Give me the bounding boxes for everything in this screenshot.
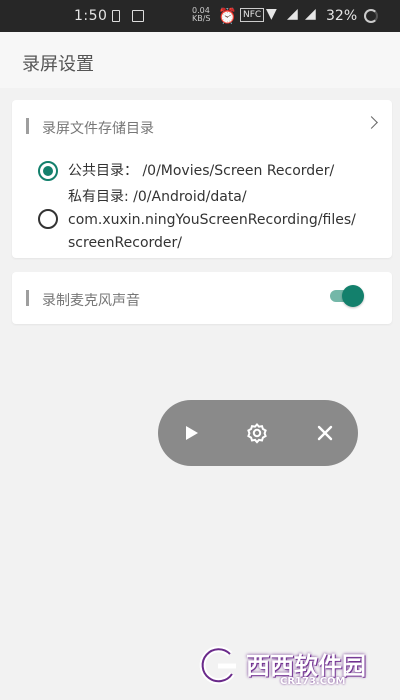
public-path-text: 公共目录： /0/Movies/Screen Recorder/ — [68, 163, 335, 179]
radio-public-checked[interactable] — [38, 161, 58, 181]
status-bar: 1:50 0.04 KB/S ⏰ NFC ▼ ◢ ◢ 32% — [0, 0, 400, 32]
settings-button[interactable] — [242, 418, 272, 448]
watermark-url: CR173.COM — [280, 676, 346, 687]
private-path-line-2: com.xuxin.ningYouScreenRecording/files/ — [68, 212, 356, 228]
sim-icon — [112, 10, 120, 22]
radio-private-unchecked[interactable] — [38, 209, 58, 229]
network-speed: 0.04 KB/S — [192, 6, 211, 23]
page-title: 录屏设置 — [22, 54, 94, 75]
signal-icon: ◢ — [287, 6, 298, 22]
storage-section-title: 录屏文件存储目录 — [42, 121, 154, 137]
alarm-icon: ⏰ — [218, 7, 237, 25]
section-indicator — [26, 118, 29, 134]
gear-icon — [247, 423, 267, 444]
microphone-section-title: 录制麦克风声音 — [42, 293, 140, 309]
storage-directory-header[interactable]: 录屏文件存储目录 — [12, 100, 392, 148]
signal-icon-2: ◢ — [305, 6, 316, 22]
radio-public-label: 公共目录： /0/Movies/Screen Recorder/ — [68, 160, 334, 183]
toggle-thumb — [342, 285, 364, 307]
private-path-line-3: screenRecorder/ — [68, 235, 182, 251]
microphone-card: 录制麦克风声音 — [12, 272, 392, 324]
floating-control-bar — [158, 400, 358, 466]
app-bar: 录屏设置 — [0, 32, 400, 88]
chevron-right-icon[interactable] — [365, 116, 378, 129]
status-time: 1:50 — [74, 8, 108, 24]
wifi-icon: ▼ — [266, 6, 277, 22]
play-button[interactable] — [176, 418, 206, 448]
watermark: 西西软件园 CR173.COM — [196, 638, 392, 690]
section-indicator — [26, 290, 29, 306]
battery-percent: 32% — [326, 8, 358, 24]
private-path-line-1: 私有目录: /0/Android/data/ — [68, 189, 247, 205]
storage-directory-card: 录屏文件存储目录 公共目录： /0/Movies/Screen Recorder… — [12, 100, 392, 258]
image-icon — [132, 10, 144, 22]
radio-option-private[interactable]: 私有目录: /0/Android/data/ com.xuxin.ningYou… — [12, 186, 392, 256]
close-icon — [317, 425, 333, 441]
battery-icon — [364, 9, 378, 23]
radio-private-label: 私有目录: /0/Android/data/ com.xuxin.ningYou… — [68, 186, 356, 255]
play-icon — [186, 426, 198, 440]
radio-option-public[interactable]: 公共目录： /0/Movies/Screen Recorder/ — [12, 156, 392, 186]
microphone-toggle[interactable] — [330, 284, 366, 308]
watermark-logo-icon — [199, 646, 236, 685]
nfc-icon: NFC — [240, 8, 265, 22]
close-button[interactable] — [310, 418, 340, 448]
